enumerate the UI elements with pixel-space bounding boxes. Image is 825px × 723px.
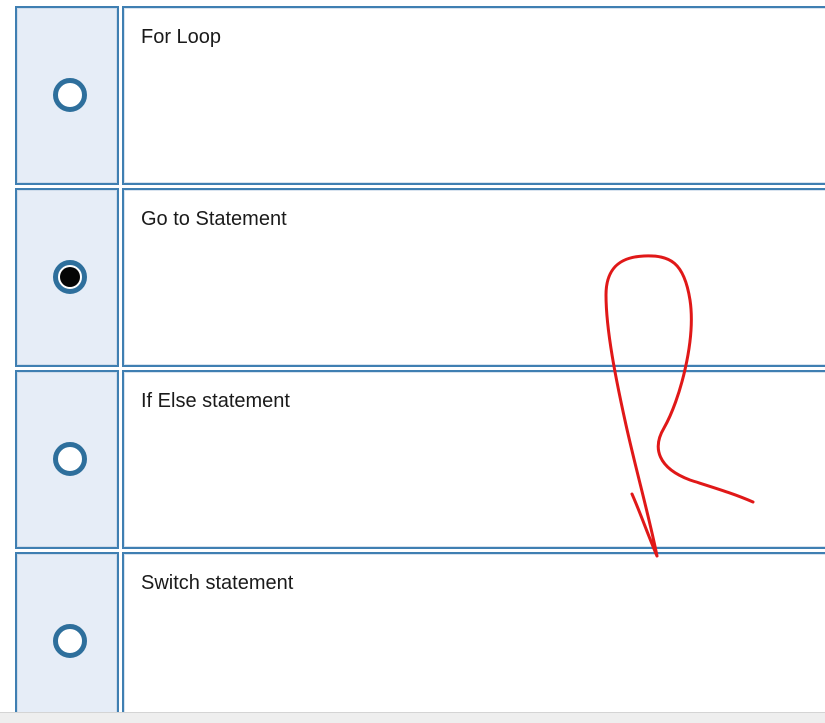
option-label: Go to Statement: [141, 208, 287, 230]
option-row-4[interactable]: Switch statement: [0, 552, 825, 723]
option-row-3[interactable]: If Else statement: [0, 370, 825, 549]
option-row-1[interactable]: For Loop: [0, 6, 825, 185]
option-radio[interactable]: [53, 260, 87, 294]
radio-dot-icon: [60, 267, 80, 287]
option-cell[interactable]: Go to Statement: [122, 188, 825, 367]
radio-cell[interactable]: [15, 188, 119, 367]
option-radio[interactable]: [53, 442, 87, 476]
radio-cell[interactable]: [15, 6, 119, 185]
radio-cell[interactable]: [15, 552, 119, 723]
option-radio[interactable]: [53, 624, 87, 658]
answer-options-panel: For Loop Go to Statement If Else stateme…: [0, 0, 825, 723]
option-radio[interactable]: [53, 78, 87, 112]
bottom-bar: [0, 712, 825, 723]
radio-cell[interactable]: [15, 370, 119, 549]
option-label: Switch statement: [141, 572, 294, 594]
option-row-2[interactable]: Go to Statement: [0, 188, 825, 367]
option-cell[interactable]: If Else statement: [122, 370, 825, 549]
option-cell[interactable]: For Loop: [122, 6, 825, 185]
option-cell[interactable]: Switch statement: [122, 552, 825, 723]
option-label: For Loop: [141, 26, 222, 48]
option-label: If Else statement: [141, 390, 290, 412]
